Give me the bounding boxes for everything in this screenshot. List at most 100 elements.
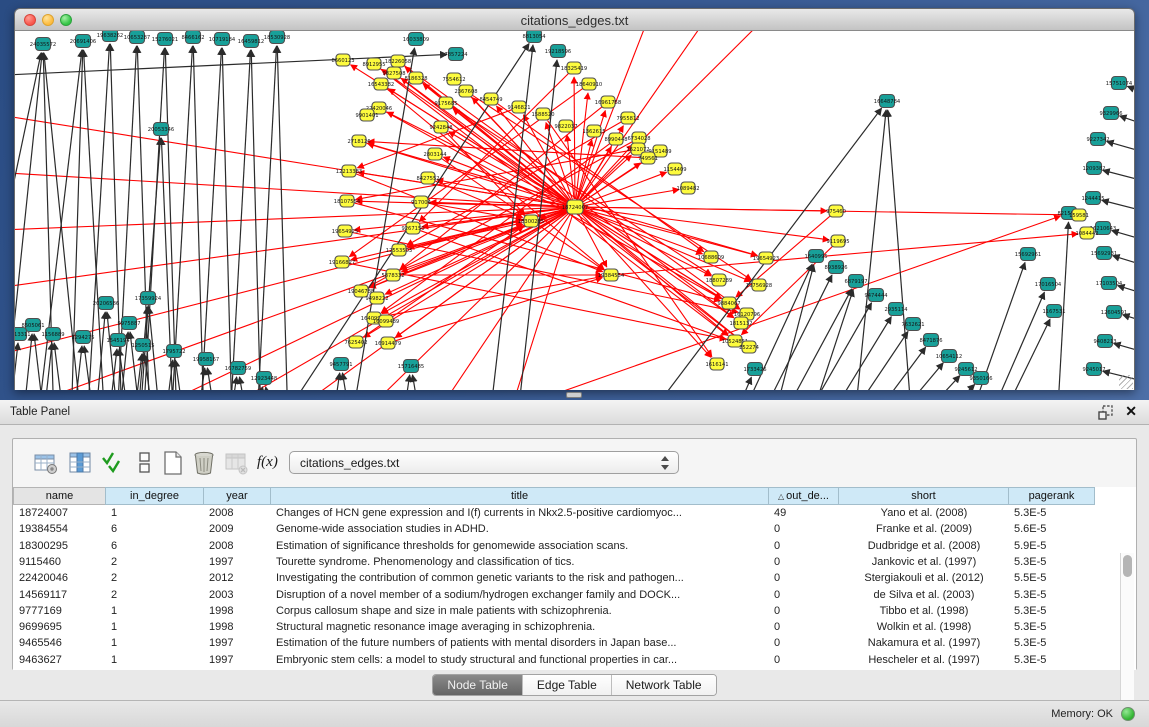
graph-node[interactable] [1047,305,1062,318]
graph-edge[interactable] [803,317,891,390]
tab-node-table[interactable]: Node Table [433,675,523,695]
graph-edge[interactable] [149,307,164,390]
graph-node[interactable] [167,345,182,358]
graph-node[interactable] [349,336,363,348]
graph-node[interactable] [831,235,845,247]
graph-edge[interactable] [104,349,117,390]
network-table-select[interactable]: citations_edges.txt [289,451,679,474]
graph-edge[interactable] [412,375,427,390]
delete-column-icon[interactable] [191,450,217,476]
graph-node[interactable] [809,250,824,263]
graph-edge[interactable] [1123,315,1134,331]
graph-node[interactable] [409,72,423,84]
graph-node[interactable] [942,350,957,363]
graph-node[interactable] [186,31,201,44]
graph-edge[interactable] [1120,116,1134,135]
graph-node[interactable] [215,33,230,46]
graph-node[interactable] [428,148,442,160]
table-row[interactable]: 977716911998Corpus callosum shape and si… [13,603,1120,619]
graph-node[interactable] [1072,209,1086,221]
graph-node[interactable] [409,33,424,46]
graph-node[interactable] [582,78,596,90]
graph-node[interactable] [880,95,895,108]
graph-node[interactable] [36,38,51,51]
table-row[interactable]: 946554611997Estimation of the future num… [13,635,1120,651]
graph-node[interactable] [414,196,428,208]
graph-node[interactable] [15,328,27,341]
table-row[interactable]: 1456911722003Disruption of a novel membe… [13,587,1120,603]
graph-edge[interactable] [342,373,357,390]
graph-node[interactable] [567,200,583,214]
graph-edge[interactable] [1112,231,1134,249]
graph-edge[interactable] [327,373,340,390]
graph-node[interactable] [352,135,366,147]
graph-edge[interactable] [1118,286,1134,303]
graph-edge[interactable] [861,363,943,390]
graph-node[interactable] [712,274,726,286]
graph-node[interactable] [527,31,542,43]
graph-node[interactable] [524,215,538,227]
canvas-resize-grip[interactable] [1119,375,1133,389]
column-header-year[interactable]: year [203,487,271,505]
graph-edge[interactable] [240,377,254,390]
network-canvas[interactable]: 2403557220691406196382621065328715276021… [15,31,1134,390]
graph-node[interactable] [728,335,742,347]
graph-node[interactable] [421,172,435,184]
column-header-name[interactable]: name [13,487,106,505]
graph-node[interactable] [459,85,473,97]
graph-node[interactable] [889,303,904,316]
graph-edge[interactable] [39,343,52,390]
delete-table-icon[interactable] [223,450,249,476]
graph-node[interactable] [367,58,381,70]
table-row[interactable]: 911546021997Tourette syndrome. Phenomeno… [13,554,1120,570]
graph-edge[interactable] [781,303,872,390]
graph-node[interactable] [392,244,406,256]
graph-node[interactable] [1097,247,1112,260]
graph-node[interactable] [449,48,464,61]
graph-edge[interactable] [54,343,69,390]
column-header-pagerank[interactable]: pagerank [1008,487,1095,505]
graph-node[interactable] [869,289,884,302]
graph-node[interactable] [439,97,453,109]
graph-node[interactable] [136,339,151,352]
tab-edge-table[interactable]: Edge Table [523,675,612,695]
graph-node[interactable] [906,318,921,331]
graph-node[interactable] [141,292,156,305]
graph-edge[interactable] [580,31,715,200]
graph-node[interactable] [551,45,566,58]
graph-node[interactable] [924,334,939,347]
graph-edge[interactable] [396,278,603,341]
table-row[interactable]: 1830029562008Estimation of significance … [13,538,1120,554]
column-header-short[interactable]: short [838,487,1009,505]
graph-node[interactable] [130,31,145,44]
graph-node[interactable] [559,120,573,132]
new-table-icon[interactable] [160,450,186,476]
column-header-in_degree[interactable]: in_degree [105,487,204,505]
graph-node[interactable] [387,67,401,79]
graph-node[interactable] [338,225,352,237]
graph-node[interactable] [1098,335,1113,348]
graph-edge[interactable] [981,319,1050,390]
graph-node[interactable] [99,297,114,310]
graph-node[interactable] [374,78,388,90]
graph-node[interactable] [370,292,384,304]
graph-node[interactable] [270,31,285,44]
graph-node[interactable] [404,360,419,373]
graph-node[interactable] [244,35,259,48]
graph-edge[interactable] [583,207,1070,215]
graph-node[interactable] [354,285,368,297]
graph-edge[interactable] [207,368,222,390]
select-columns-icon[interactable] [67,450,93,476]
graph-edge[interactable] [453,107,712,275]
graph-node[interactable] [360,109,374,121]
network-window-titlebar[interactable]: citations_edges.txt [15,9,1134,31]
tab-network-table[interactable]: Network Table [612,675,716,695]
column-header-out_de[interactable]: △out_de... [768,487,839,505]
graph-node[interactable] [111,334,126,347]
table-row[interactable]: 1872400712008Changes of HCN gene express… [13,505,1120,521]
graph-node[interactable] [381,337,395,349]
graph-edge[interactable] [15,111,567,206]
graph-node[interactable] [604,269,618,281]
graph-node[interactable] [632,132,646,144]
graph-node[interactable] [1087,363,1102,376]
